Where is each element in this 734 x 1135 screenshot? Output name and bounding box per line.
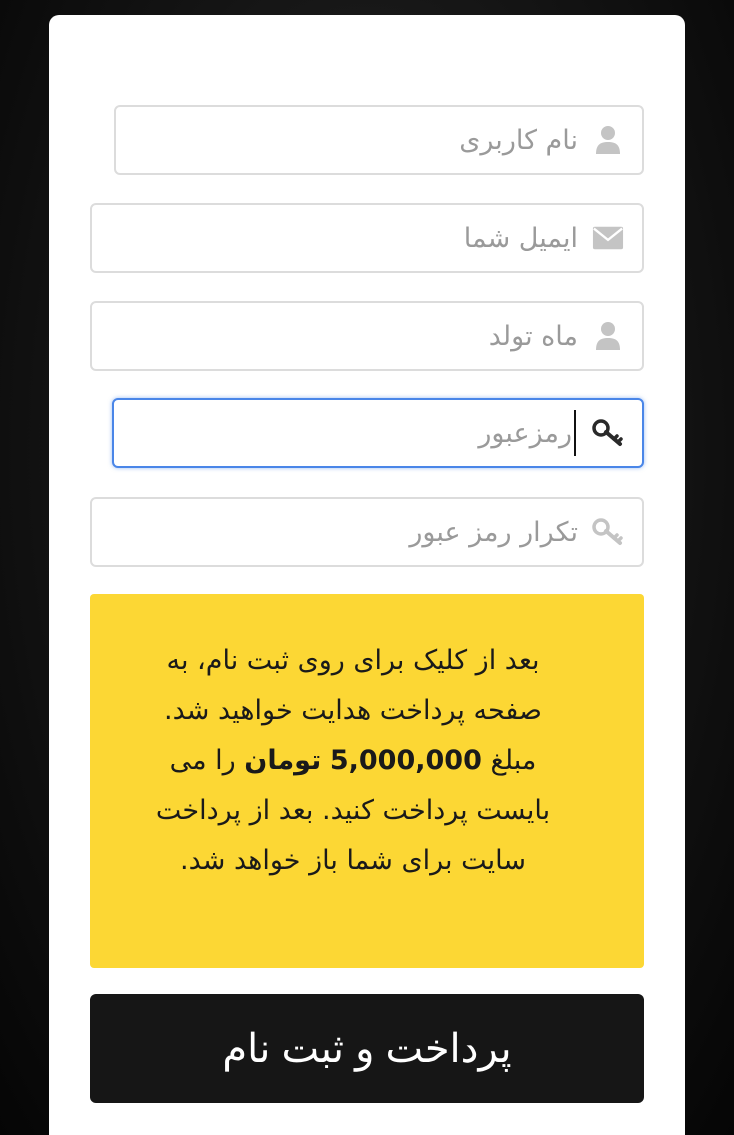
- key-icon: [592, 417, 624, 449]
- payment-notice-text: بعد از کلیک برای روی ثبت نام، به صفحه پر…: [152, 636, 554, 886]
- notice-currency: تومان: [244, 745, 322, 776]
- notice-amount: 5,000,000: [329, 745, 482, 776]
- password-repeat-field[interactable]: تکرار رمز عبور: [90, 497, 644, 567]
- user-icon: [592, 124, 624, 156]
- user-icon: [592, 320, 624, 352]
- pay-and-register-button[interactable]: پرداخت و ثبت نام: [90, 994, 644, 1103]
- email-field[interactable]: ایمیل شما: [90, 203, 644, 273]
- key-icon: [592, 516, 624, 548]
- username-placeholder: نام کاربری: [459, 124, 578, 156]
- password-placeholder: رمزعبور: [478, 417, 572, 449]
- password-repeat-placeholder: تکرار رمز عبور: [409, 516, 578, 548]
- email-placeholder: ایمیل شما: [463, 222, 578, 254]
- pay-and-register-label: پرداخت و ثبت نام: [222, 1026, 512, 1071]
- signup-card: نام کاربری ایمیل شما ماه تولد رمزعبور تک…: [49, 15, 685, 1135]
- password-field[interactable]: رمزعبور: [112, 398, 644, 468]
- birth-month-placeholder: ماه تولد: [488, 320, 578, 352]
- username-field[interactable]: نام کاربری: [114, 105, 644, 175]
- envelope-icon: [592, 222, 624, 254]
- birth-month-field[interactable]: ماه تولد: [90, 301, 644, 371]
- payment-notice: بعد از کلیک برای روی ثبت نام، به صفحه پر…: [90, 594, 644, 968]
- text-cursor: [574, 410, 576, 456]
